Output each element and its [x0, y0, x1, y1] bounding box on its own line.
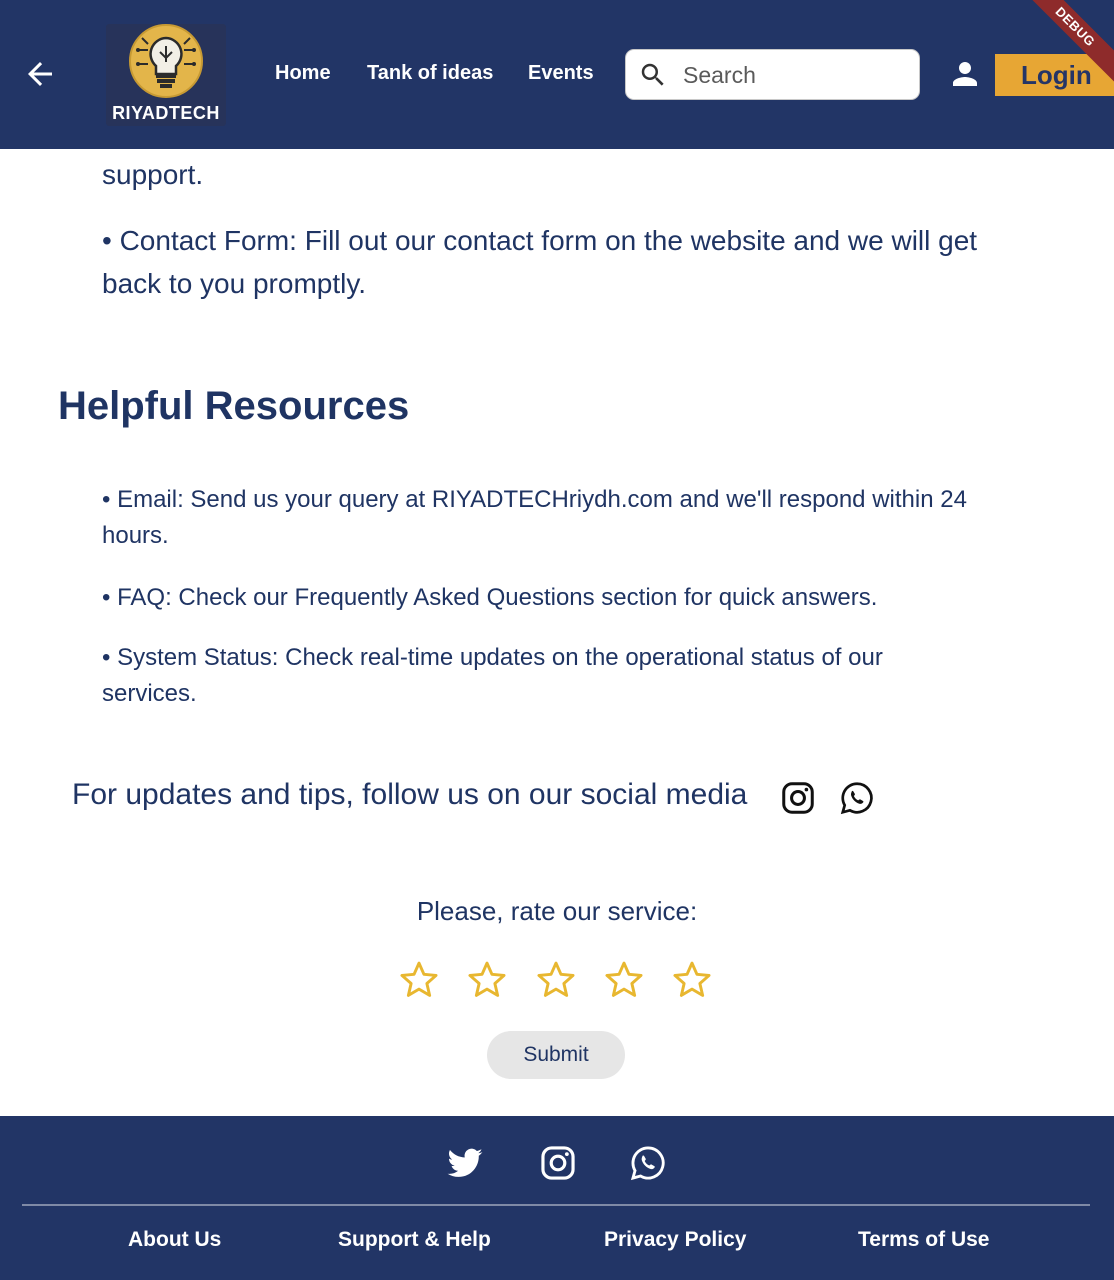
instagram-icon[interactable]	[539, 1144, 577, 1182]
star-5-icon[interactable]	[670, 958, 714, 1002]
nav-home[interactable]: Home	[275, 62, 331, 85]
star-rating	[397, 958, 717, 1006]
footer-link-support-help[interactable]: Support & Help	[338, 1228, 491, 1252]
social-media-text: For updates and tips, follow us on our s…	[72, 778, 748, 811]
app-footer: About Us Support & Help Privacy Policy T…	[0, 1116, 1114, 1280]
footer-link-about-us[interactable]: About Us	[128, 1228, 221, 1252]
riyadtech-logo[interactable]: RIYADTECH	[106, 24, 226, 126]
instagram-icon[interactable]	[780, 780, 816, 816]
nav-events[interactable]: Events	[528, 62, 594, 85]
logo-text: RIYADTECH	[112, 103, 220, 123]
footer-divider	[22, 1204, 1090, 1206]
whatsapp-icon[interactable]	[839, 780, 875, 816]
lightbulb-logo-icon	[129, 24, 203, 98]
submit-button[interactable]: Submit	[487, 1031, 625, 1079]
section-title-helpful-resources: Helpful Resources	[58, 384, 410, 428]
back-arrow-icon[interactable]	[22, 56, 58, 92]
rate-service-label: Please, rate our service:	[416, 896, 698, 926]
footer-link-privacy-policy[interactable]: Privacy Policy	[604, 1228, 746, 1252]
search-box[interactable]	[625, 49, 920, 100]
whatsapp-icon[interactable]	[629, 1144, 667, 1182]
star-3-icon[interactable]	[534, 958, 578, 1002]
support-text-tail: support.	[102, 159, 204, 190]
search-input[interactable]	[683, 57, 908, 93]
search-icon	[641, 63, 664, 86]
star-2-icon[interactable]	[465, 958, 509, 1002]
resource-item-email: • Email: Send us your query at RIYADTECH…	[102, 486, 967, 549]
user-icon[interactable]	[947, 56, 983, 92]
footer-link-terms-of-use[interactable]: Terms of Use	[858, 1228, 990, 1252]
resource-item-faq: • FAQ: Check our Frequently Asked Questi…	[102, 584, 878, 611]
twitter-icon[interactable]	[446, 1144, 484, 1182]
app-header: RIYADTECH Home Tank of ideas Events Logi…	[0, 0, 1114, 149]
star-1-icon[interactable]	[397, 958, 441, 1002]
star-4-icon[interactable]	[602, 958, 646, 1002]
nav-tank-of-ideas[interactable]: Tank of ideas	[367, 62, 493, 85]
resource-item-system-status: • System Status: Check real-time updates…	[102, 644, 883, 707]
contact-form-item: • Contact Form: Fill out our contact for…	[102, 225, 978, 299]
